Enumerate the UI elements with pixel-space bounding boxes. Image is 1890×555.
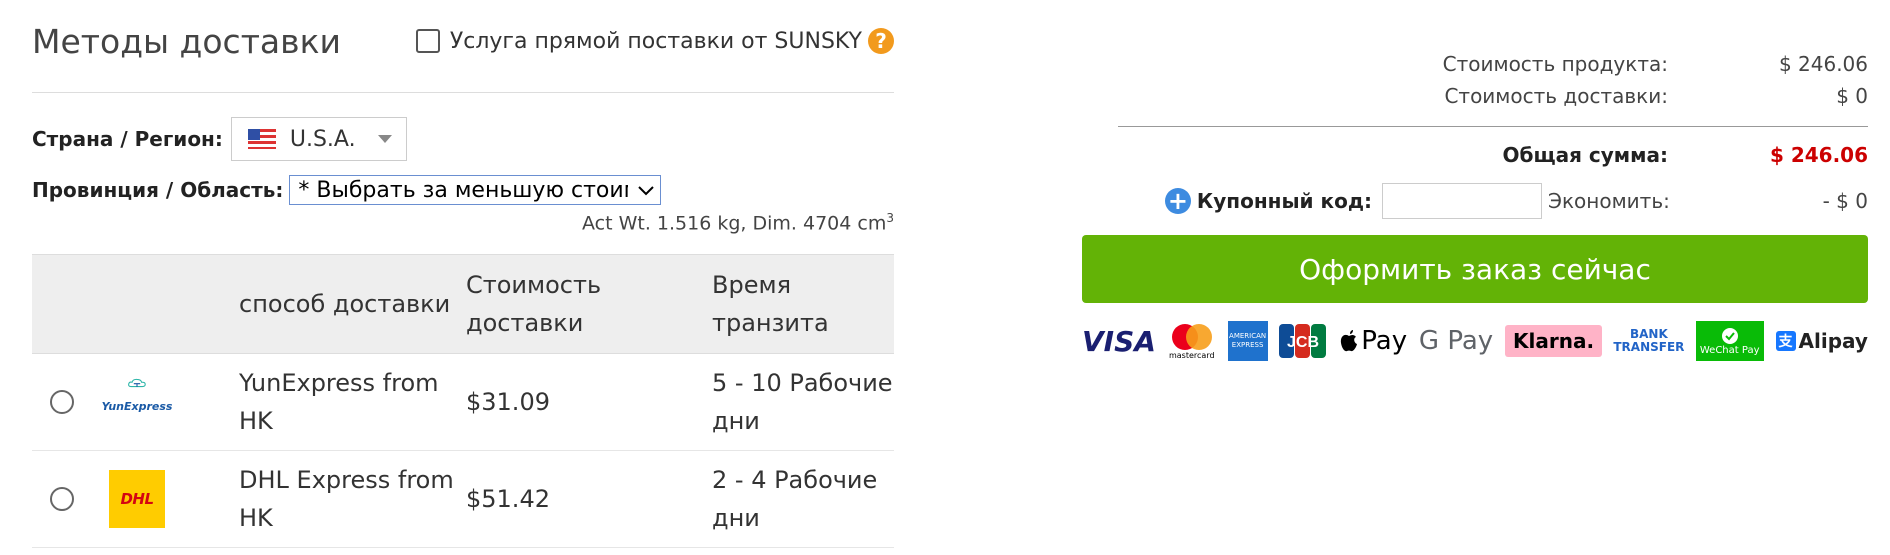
- shipping-methods-panel: Методы доставки Услуга прямой поставки о…: [32, 0, 894, 549]
- order-summary-panel: Стоимость продукта: $ 246.06 Стоимость д…: [1082, 0, 1868, 363]
- country-select[interactable]: U.S.A.: [230, 117, 407, 161]
- visa-icon: VISA: [1082, 324, 1156, 358]
- help-icon[interactable]: ?: [868, 28, 894, 54]
- coupon-row: + Купонный код: Экономить: - $ 0: [1082, 183, 1868, 219]
- direct-delivery-option[interactable]: Услуга прямой поставки от SUNSKY ?: [415, 28, 894, 54]
- row-logo-cell: DHL: [108, 450, 238, 549]
- province-value: * Выбрать за меньшую стоимость: [298, 177, 628, 203]
- klarna-icon: Klarna.: [1505, 325, 1603, 357]
- shipping-table: способ доставки Стоимость доставки Время…: [32, 254, 894, 549]
- save-label: Экономить:: [1548, 189, 1670, 213]
- row-cost: $31.09: [465, 353, 711, 452]
- direct-delivery-label: Услуга прямой поставки от SUNSKY: [449, 28, 862, 54]
- province-label: Провинция / Область:: [32, 178, 284, 202]
- shipping-radio[interactable]: [50, 390, 74, 415]
- chevron-down-icon: [638, 181, 655, 200]
- yunexpress-logo: YunExpress: [102, 378, 172, 426]
- save-value: - $ 0: [1822, 189, 1868, 213]
- place-order-button[interactable]: Оформить заказ сейчас: [1082, 235, 1868, 303]
- coupon-input[interactable]: [1382, 183, 1542, 219]
- row-method: DHL Express from HK: [238, 450, 465, 549]
- th-radio: [32, 254, 108, 355]
- total-label: Общая сумма:: [1502, 143, 1668, 167]
- amex-icon: AMERICAN EXPRESS: [1227, 321, 1268, 361]
- shipping-cost-row: Стоимость доставки: $ 0: [1082, 80, 1868, 112]
- product-cost-row: Стоимость продукта: $ 246.06: [1082, 48, 1868, 80]
- direct-delivery-checkbox[interactable]: [415, 29, 440, 53]
- row-logo-cell: YunExpress: [102, 353, 238, 452]
- shipping-radio[interactable]: [50, 487, 74, 512]
- th-cost: Стоимость доставки: [465, 254, 711, 355]
- product-cost-value: $ 246.06: [1778, 52, 1868, 76]
- dhl-logo: DHL: [109, 470, 165, 529]
- row-cost: $51.42: [465, 450, 711, 549]
- province-row: Провинция / Область: * Выбрать за меньшу…: [32, 175, 894, 205]
- shipping-header: Методы доставки Услуга прямой поставки о…: [32, 0, 894, 93]
- us-flag-icon: [247, 129, 276, 149]
- province-select[interactable]: * Выбрать за меньшую стоимость: [289, 175, 662, 205]
- jcb-icon: JCB: [1279, 324, 1327, 358]
- shipping-title: Методы доставки: [32, 21, 341, 61]
- add-coupon-icon[interactable]: +: [1164, 187, 1191, 215]
- summary-divider: [1118, 126, 1868, 127]
- shipping-cost-value: $ 0: [1836, 84, 1868, 108]
- product-cost-label: Стоимость продукта:: [1442, 52, 1668, 76]
- row-time: 5 - 10 Рабочие дни: [711, 353, 894, 452]
- country-row: Страна / Регион: U.S.A.: [32, 117, 894, 161]
- table-row[interactable]: YunExpress YunExpress from HK $31.09 5 -…: [32, 353, 894, 452]
- table-header: способ доставки Стоимость доставки Время…: [32, 254, 894, 355]
- cloud-icon: [128, 379, 146, 388]
- dropdown-arrow-icon: [377, 135, 392, 143]
- row-method: YunExpress from HK: [238, 353, 465, 452]
- google-pay-icon: G Pay: [1418, 326, 1494, 356]
- weight-text: Act Wt. 1.516 kg, Dim. 4704 cm: [582, 212, 887, 235]
- package-weight: Act Wt. 1.516 kg, Dim. 4704 cm3: [32, 211, 894, 234]
- bank-transfer-icon: BANK TRANSFER: [1613, 327, 1685, 354]
- country-label: Страна / Регион:: [32, 127, 223, 151]
- yunexpress-logo-text: YunExpress: [101, 400, 173, 414]
- row-radio-cell[interactable]: [32, 353, 108, 452]
- total-value: $ 246.06: [1769, 143, 1868, 167]
- coupon-label: Купонный код:: [1196, 189, 1372, 213]
- row-time: 2 - 4 Рабочие дни: [711, 450, 894, 549]
- mastercard-icon: mastercard: [1168, 323, 1216, 360]
- payment-methods: VISA mastercard AMERICAN EXPRESS JCB Pay…: [1082, 319, 1868, 363]
- svg-text:JCB: JCB: [1287, 334, 1319, 351]
- table-row[interactable]: DHL DHL Express from HK $51.42 2 - 4 Раб…: [32, 450, 894, 549]
- wechat-pay-icon: WeChat Pay: [1695, 321, 1764, 361]
- country-value: U.S.A.: [289, 126, 356, 152]
- th-logo: [108, 254, 238, 355]
- weight-sup: 3: [886, 211, 894, 225]
- alipay-icon: 支 Alipay: [1775, 329, 1868, 353]
- apple-pay-icon: Pay: [1339, 326, 1407, 356]
- row-radio-cell[interactable]: [32, 450, 108, 549]
- dhl-logo-text: DHL: [120, 490, 154, 509]
- shipping-cost-label: Стоимость доставки:: [1444, 84, 1668, 108]
- total-row: Общая сумма: $ 246.06: [1082, 139, 1868, 171]
- th-time: Время транзита: [711, 254, 894, 355]
- th-method: способ доставки: [238, 254, 465, 355]
